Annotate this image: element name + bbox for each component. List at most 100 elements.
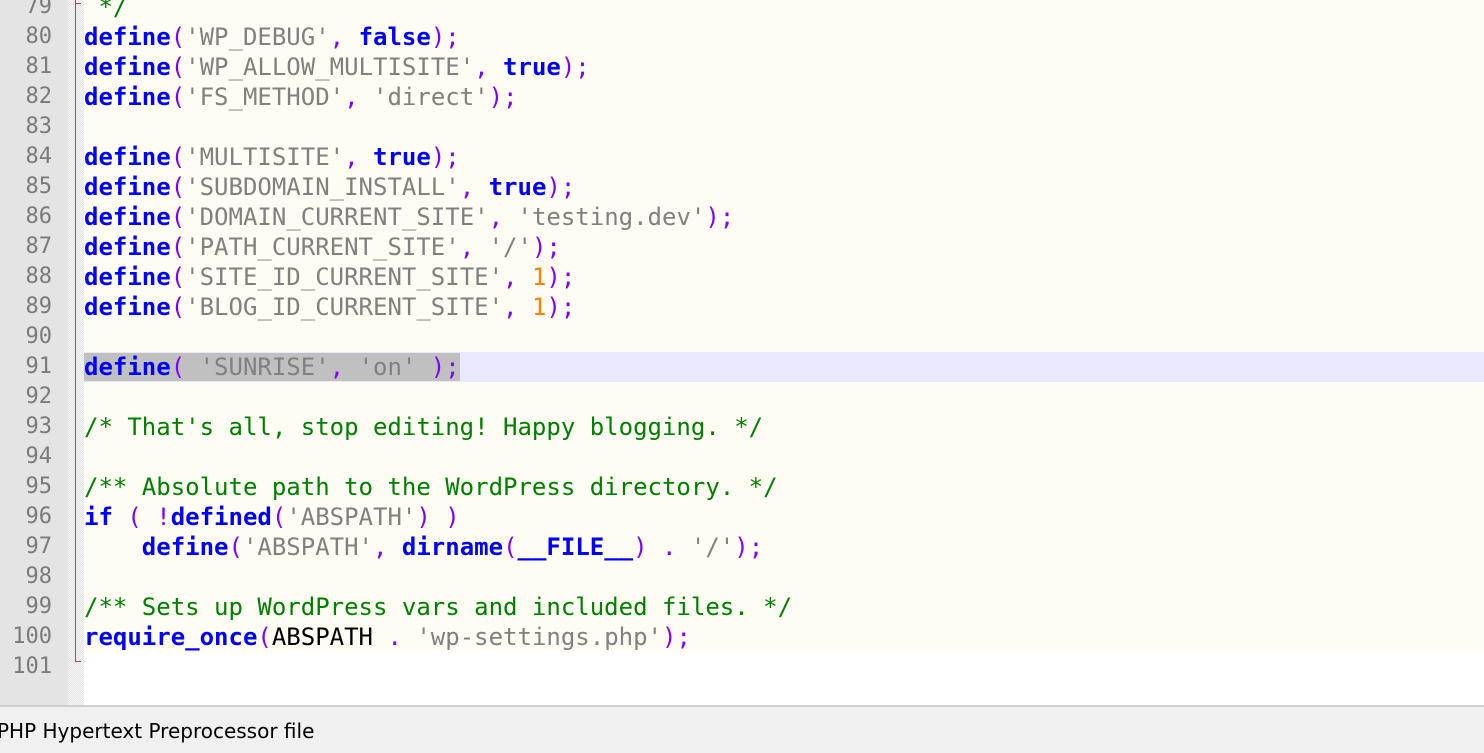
code-token: define bbox=[84, 23, 171, 51]
code-token: , bbox=[373, 533, 402, 561]
line-number: 83 bbox=[25, 114, 53, 139]
code-token: ( bbox=[170, 203, 186, 231]
code-token: 'MULTISITE' bbox=[185, 143, 345, 171]
code-text: /** Sets up WordPress vars and included … bbox=[84, 592, 792, 622]
code-text: define('PATH_CURRENT_SITE', '/'); bbox=[84, 232, 561, 262]
code-token: define bbox=[84, 83, 171, 111]
line-number: 100 bbox=[12, 624, 52, 649]
code-line[interactable]: 101 bbox=[0, 652, 1484, 682]
code-token: , bbox=[503, 293, 532, 321]
code-token: define bbox=[84, 203, 171, 231]
code-token: ( bbox=[257, 623, 272, 651]
code-line[interactable]: 87 define('PATH_CURRENT_SITE', '/'); bbox=[0, 232, 1484, 262]
code-line[interactable]: 89 define('BLOG_ID_CURRENT_SITE', 1); bbox=[0, 292, 1484, 322]
code-token: 1 bbox=[531, 293, 547, 321]
code-text: /* That's all, stop editing! Happy blogg… bbox=[84, 412, 763, 442]
code-token: /** Absolute path to the WordPress direc… bbox=[84, 473, 778, 501]
code-line[interactable]: 91 define( 'SUNRISE', 'on' ); bbox=[0, 352, 1484, 382]
code-lines: 79 */80 define('WP_DEBUG', false); 81 defin… bbox=[0, 0, 1484, 682]
code-token: , bbox=[344, 143, 374, 171]
line-number: 79 bbox=[25, 0, 53, 19]
code-text: */ bbox=[84, 0, 127, 22]
code-editor[interactable]: 79 */80 define('WP_DEBUG', false); 81 defin… bbox=[0, 0, 1484, 705]
code-line[interactable]: 82 define('FS_METHOD', 'direct'); bbox=[0, 82, 1484, 112]
code-token: 'SUNRISE' bbox=[199, 353, 330, 381]
line-number: 95 bbox=[25, 474, 53, 499]
code-token: ); bbox=[546, 293, 576, 321]
code-token: , bbox=[459, 173, 489, 201]
code-text: define('SUBDOMAIN_INSTALL', true); bbox=[84, 172, 575, 202]
code-token: /* That's all, stop editing! Happy blogg… bbox=[84, 413, 764, 441]
code-line[interactable]: 100 require_once(ABSPATH . 'wp-settings.p… bbox=[0, 622, 1484, 652]
code-token: , bbox=[329, 23, 359, 51]
line-number: 86 bbox=[25, 204, 53, 229]
code-token: ( bbox=[170, 23, 186, 51]
code-token: /** Sets up WordPress vars and included … bbox=[84, 593, 793, 621]
code-token: ( bbox=[170, 233, 186, 261]
line-number: 88 bbox=[25, 264, 53, 289]
code-line[interactable]: 90 bbox=[0, 322, 1484, 352]
code-text: define('ABSPATH', dirname(__FILE__) . '/… bbox=[84, 532, 763, 562]
code-line[interactable]: 94 bbox=[0, 442, 1484, 472]
code-token: 'SUBDOMAIN_INSTALL' bbox=[185, 173, 460, 201]
code-token: define bbox=[84, 263, 171, 291]
code-token: ABSPATH bbox=[271, 623, 373, 651]
line-number: 91 bbox=[25, 354, 53, 379]
code-line[interactable]: 88 define('SITE_ID_CURRENT_SITE', 1); bbox=[0, 262, 1484, 292]
code-token: false bbox=[358, 23, 431, 51]
code-line[interactable]: 98 bbox=[0, 562, 1484, 592]
code-line[interactable]: 79 */ bbox=[0, 0, 1484, 22]
status-bar: PHP Hypertext Preprocessor file bbox=[0, 705, 1484, 753]
code-token: 'ABSPATH' bbox=[286, 503, 417, 531]
line-number: 93 bbox=[25, 414, 53, 439]
code-token: ( bbox=[170, 353, 200, 381]
code-token: true bbox=[373, 143, 431, 171]
code-text: define('WP_DEBUG', false); bbox=[84, 22, 460, 52]
code-token: ( bbox=[503, 533, 518, 561]
line-number: 87 bbox=[25, 234, 53, 259]
code-token: 'FS_METHOD' bbox=[185, 83, 345, 111]
code-line[interactable]: 97 define('ABSPATH', dirname(__FILE__) .… bbox=[0, 532, 1484, 562]
code-token: ( bbox=[271, 503, 287, 531]
code-token: __FILE__ bbox=[517, 533, 634, 561]
code-line[interactable]: 86 define('DOMAIN_CURRENT_SITE', 'testing… bbox=[0, 202, 1484, 232]
code-token: ); bbox=[488, 83, 518, 111]
code-token: define bbox=[84, 53, 171, 81]
code-token: */ bbox=[84, 0, 128, 21]
code-text: define('SITE_ID_CURRENT_SITE', 1); bbox=[84, 262, 575, 292]
code-line[interactable]: 81 define('WP_ALLOW_MULTISITE', true); bbox=[0, 52, 1484, 82]
code-text: define('FS_METHOD', 'direct'); bbox=[84, 82, 518, 112]
code-token: defined bbox=[170, 503, 272, 531]
code-token: ); bbox=[705, 203, 735, 231]
line-number: 85 bbox=[25, 174, 53, 199]
line-number: 81 bbox=[25, 54, 53, 79]
code-token: ( bbox=[170, 263, 186, 291]
code-token: ) . bbox=[633, 533, 691, 561]
line-number: 90 bbox=[25, 324, 53, 349]
code-line[interactable]: 96 if ( !defined('ABSPATH') ) bbox=[0, 502, 1484, 532]
code-line[interactable]: 99 /** Sets up WordPress vars and include… bbox=[0, 592, 1484, 622]
code-token: define bbox=[84, 233, 171, 261]
code-token: define bbox=[84, 173, 171, 201]
code-text: require_once(ABSPATH . 'wp-settings.php'… bbox=[84, 622, 691, 652]
line-number: 92 bbox=[25, 384, 53, 409]
code-token: 'PATH_CURRENT_SITE' bbox=[185, 233, 460, 261]
code-line[interactable]: 84 define('MULTISITE', true); bbox=[0, 142, 1484, 172]
code-token: , bbox=[488, 203, 518, 231]
code-line[interactable]: 92 bbox=[0, 382, 1484, 412]
line-number: 96 bbox=[25, 504, 53, 529]
code-line[interactable]: 95 /** Absolute path to the WordPress dir… bbox=[0, 472, 1484, 502]
file-type-label: PHP Hypertext Preprocessor file bbox=[0, 719, 315, 743]
code-line[interactable]: 93 /* That's all, stop editing! Happy blo… bbox=[0, 412, 1484, 442]
code-text: /** Absolute path to the WordPress direc… bbox=[84, 472, 778, 502]
code-line[interactable]: 85 define('SUBDOMAIN_INSTALL', true); bbox=[0, 172, 1484, 202]
code-token: ) ) bbox=[416, 503, 460, 531]
code-line[interactable]: 83 bbox=[0, 112, 1484, 142]
code-token: . bbox=[373, 623, 417, 651]
code-token: define bbox=[84, 353, 171, 381]
code-text: define('WP_ALLOW_MULTISITE', true); bbox=[84, 52, 590, 82]
code-token: ); bbox=[416, 353, 460, 381]
code-line[interactable]: 80 define('WP_DEBUG', false); bbox=[0, 22, 1484, 52]
code-token: 'WP_DEBUG' bbox=[185, 23, 330, 51]
